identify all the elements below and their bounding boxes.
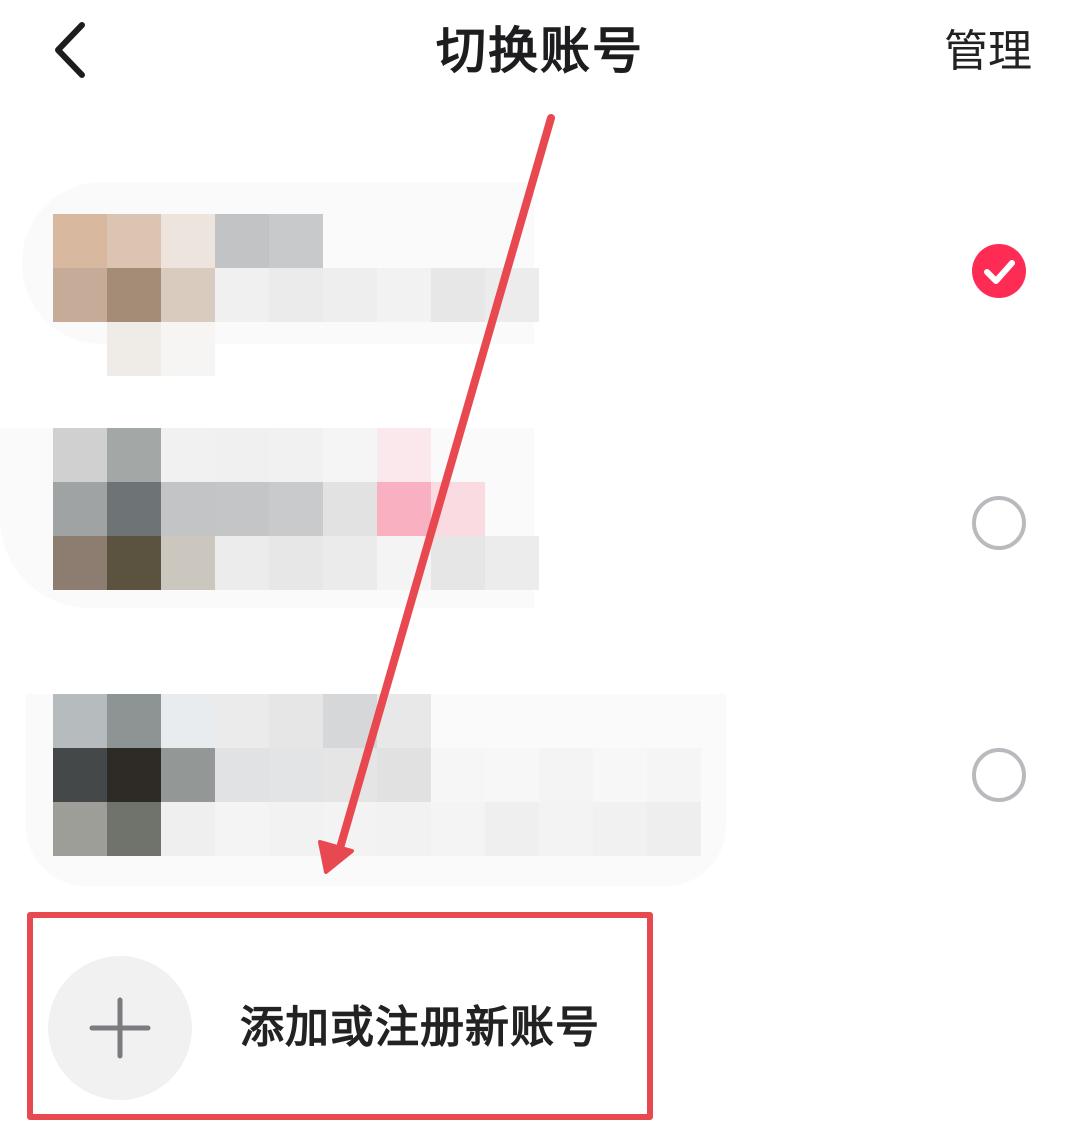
page-title: 切换账号	[436, 22, 644, 80]
manage-button[interactable]: 管理	[944, 22, 1032, 82]
add-account-avatar	[48, 956, 192, 1100]
chevron-left-icon	[55, 22, 85, 78]
account-row-3[interactable]	[0, 664, 1080, 904]
add-account-button[interactable]: 添加或注册新账号	[28, 912, 654, 1122]
avatar-blurred	[0, 428, 539, 608]
add-account-label: 添加或注册新账号	[240, 1002, 600, 1053]
account-row-1[interactable]	[0, 160, 1080, 400]
avatar-blurred	[26, 694, 726, 886]
checkmark-icon	[984, 260, 1015, 284]
account-row-2[interactable]	[0, 412, 1080, 652]
selected-check-icon[interactable]	[972, 244, 1026, 298]
unselected-radio-icon[interactable]	[972, 496, 1026, 550]
back-button[interactable]	[38, 15, 108, 85]
avatar-blurred	[22, 182, 539, 376]
top-bar: 切换账号 管理	[0, 0, 1080, 110]
unselected-radio-icon[interactable]	[972, 748, 1026, 802]
plus-icon	[89, 997, 151, 1059]
